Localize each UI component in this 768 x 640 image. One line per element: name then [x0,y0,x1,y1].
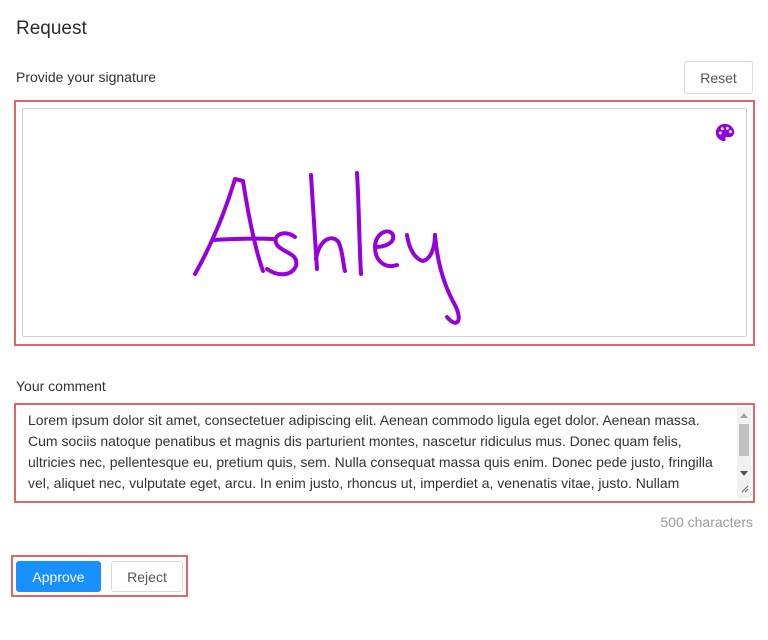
scroll-down-arrow-icon[interactable] [740,471,748,476]
page-title: Request [16,18,87,39]
approve-button[interactable]: Approve [16,561,101,592]
palette-icon[interactable] [714,122,736,144]
comment-textarea[interactable]: Lorem ipsum dolor sit amet, consectetuer… [20,407,737,498]
character-count: 500 characters [660,514,753,530]
comment-scrollbar[interactable] [737,407,751,498]
request-form: Request Provide your signature Reset You… [0,0,768,640]
scroll-thumb[interactable] [739,424,749,456]
signature-pad[interactable] [22,108,747,337]
signature-drawing [193,171,461,325]
reject-button[interactable]: Reject [111,561,183,592]
signature-label: Provide your signature [16,69,157,85]
scroll-up-arrow-icon[interactable] [740,413,748,418]
reset-button[interactable]: Reset [684,61,753,94]
resize-grip-icon[interactable] [741,485,749,493]
comment-label: Your comment [16,378,106,394]
